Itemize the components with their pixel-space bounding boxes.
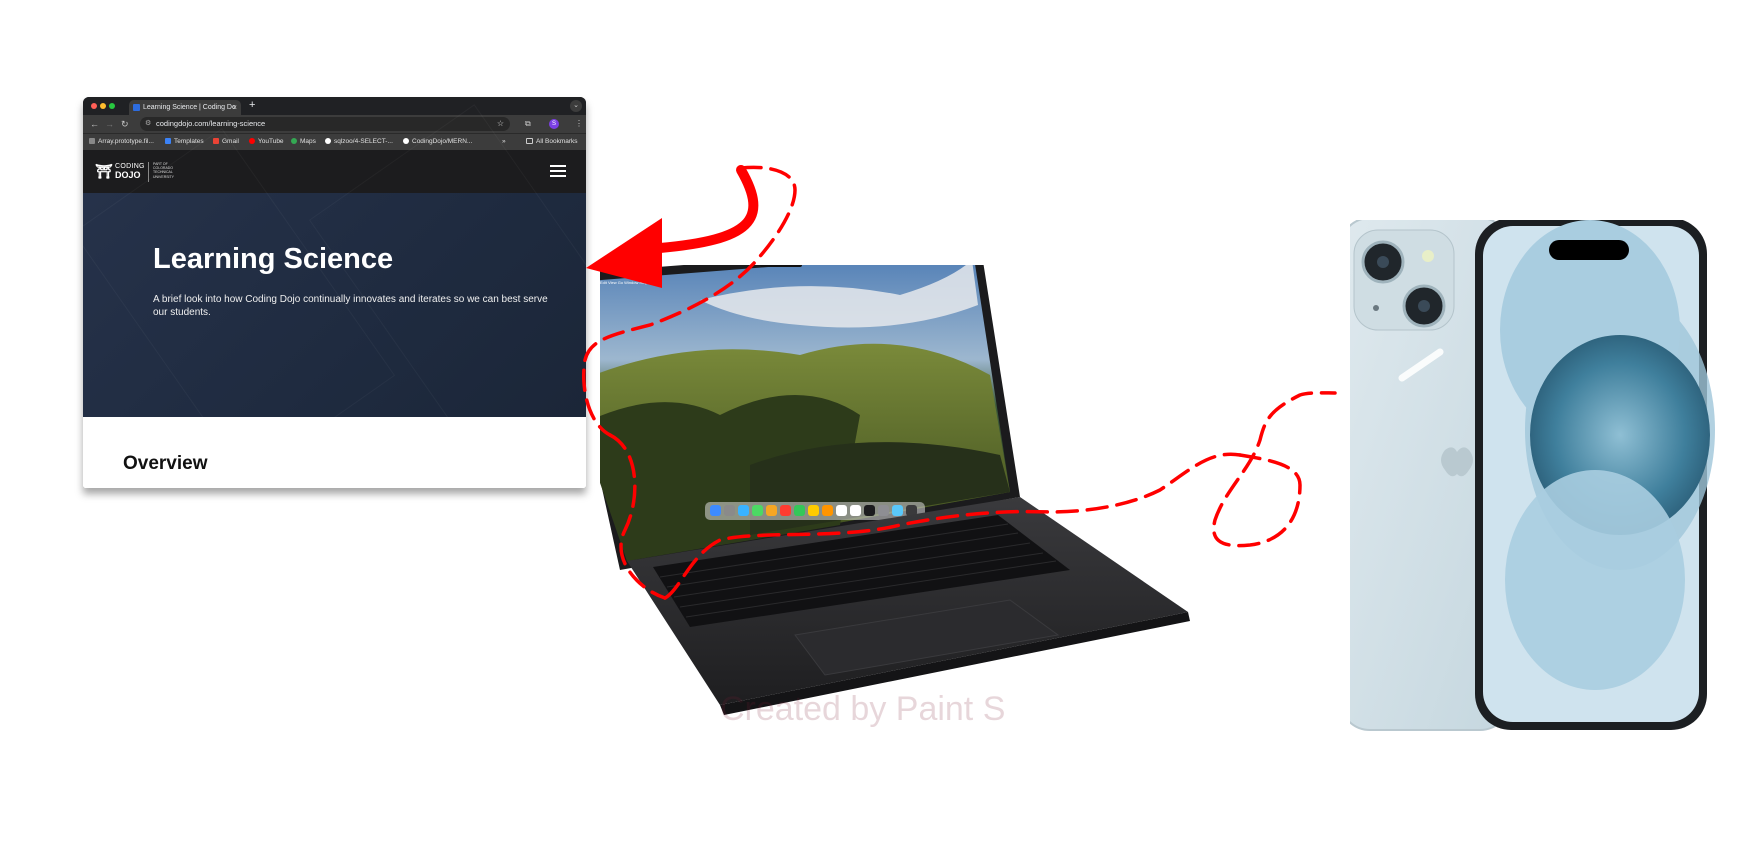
dock-app-icon[interactable]: [822, 505, 833, 516]
browser-tab[interactable]: Learning Science | Coding Do ×: [129, 100, 241, 115]
templates-icon: [165, 138, 171, 144]
url-text: codingdojo.com/learning-science: [156, 119, 266, 128]
dock-app-icon[interactable]: [780, 505, 791, 516]
bookmarks-bar: Array.prototype.fil... Templates Gmail Y…: [83, 133, 586, 150]
browser-window: Learning Science | Coding Do × + ⌄ ← → ↻…: [83, 97, 586, 488]
zoom-window-button[interactable]: [109, 103, 115, 109]
coding-dojo-favicon-icon: [133, 104, 140, 111]
bookmark-star-icon[interactable]: ☆: [497, 117, 504, 131]
close-window-button[interactable]: [91, 103, 97, 109]
profile-avatar[interactable]: S: [549, 119, 559, 129]
bookmark-maps[interactable]: Maps: [291, 134, 316, 150]
bookmark-array-prototype[interactable]: Array.prototype.fil...: [89, 134, 154, 150]
page-title: Learning Science: [153, 243, 394, 275]
dock-app-icon[interactable]: [752, 505, 763, 516]
back-arrow-icon[interactable]: ←: [90, 117, 99, 131]
dock-app-icon[interactable]: [836, 505, 847, 516]
dock-app-icon[interactable]: [724, 505, 735, 516]
github-icon: [325, 138, 331, 144]
flash-icon: [1422, 250, 1434, 262]
site-info-icon[interactable]: ⚙: [145, 117, 151, 131]
iphone-device: [1350, 220, 1715, 731]
reload-icon[interactable]: ↻: [121, 117, 129, 131]
mdn-icon: [89, 138, 95, 144]
bookmark-youtube[interactable]: YouTube: [249, 134, 284, 150]
bookmark-sqlzoo[interactable]: sqlzoo/4-SELECT-...: [325, 134, 393, 150]
youtube-icon: [249, 138, 255, 144]
dock-app-icon[interactable]: [864, 505, 875, 516]
section-heading: Overview: [123, 453, 208, 474]
iphone-front: [1475, 220, 1715, 730]
hero-subtitle: A brief look into how Coding Dojo contin…: [153, 294, 548, 318]
browser-toolbar: ← → ↻ ⚙ codingdojo.com/learning-science …: [83, 115, 586, 133]
watermark-text: Created by Paint S: [720, 690, 1006, 728]
dock-app-icon[interactable]: [794, 505, 805, 516]
hero-banner: Learning Science A brief look into how C…: [83, 104, 586, 484]
dock-app-icon[interactable]: [878, 505, 889, 516]
folder-icon: [526, 138, 533, 144]
dock-app-icon[interactable]: [808, 505, 819, 516]
tab-close-icon[interactable]: ×: [232, 100, 237, 115]
dock-app-icon[interactable]: [766, 505, 777, 516]
torii-gate-icon: ⛩: [95, 163, 113, 179]
extensions-icon[interactable]: ⧉: [525, 118, 531, 130]
hamburger-menu-icon[interactable]: [550, 165, 566, 177]
dock-app-icon[interactable]: [892, 505, 903, 516]
browser-menu-icon[interactable]: ⋮: [575, 118, 583, 130]
dynamic-island: [1549, 240, 1629, 260]
tab-search-chevron-icon[interactable]: ⌄: [570, 100, 582, 112]
minimize-window-button[interactable]: [100, 103, 106, 109]
tab-title: Learning Science | Coding Do: [143, 104, 236, 111]
github-icon: [403, 138, 409, 144]
dock-app-icon[interactable]: [738, 505, 749, 516]
tab-strip: Learning Science | Coding Do × + ⌄: [83, 97, 586, 115]
maps-icon: [291, 138, 297, 144]
dock-app-icon[interactable]: [710, 505, 721, 516]
logo-text-dojo: DOJO: [115, 170, 141, 180]
dock-app-icon[interactable]: [850, 505, 861, 516]
forward-arrow-icon[interactable]: →: [105, 117, 114, 131]
all-bookmarks-button[interactable]: All Bookmarks: [526, 134, 578, 150]
overview-section: Overview: [83, 417, 586, 488]
new-tab-button[interactable]: +: [249, 99, 255, 111]
dock-icons: [710, 505, 917, 516]
mac-menu-bar: Finder File Edit View Go Window Help: [600, 280, 649, 285]
